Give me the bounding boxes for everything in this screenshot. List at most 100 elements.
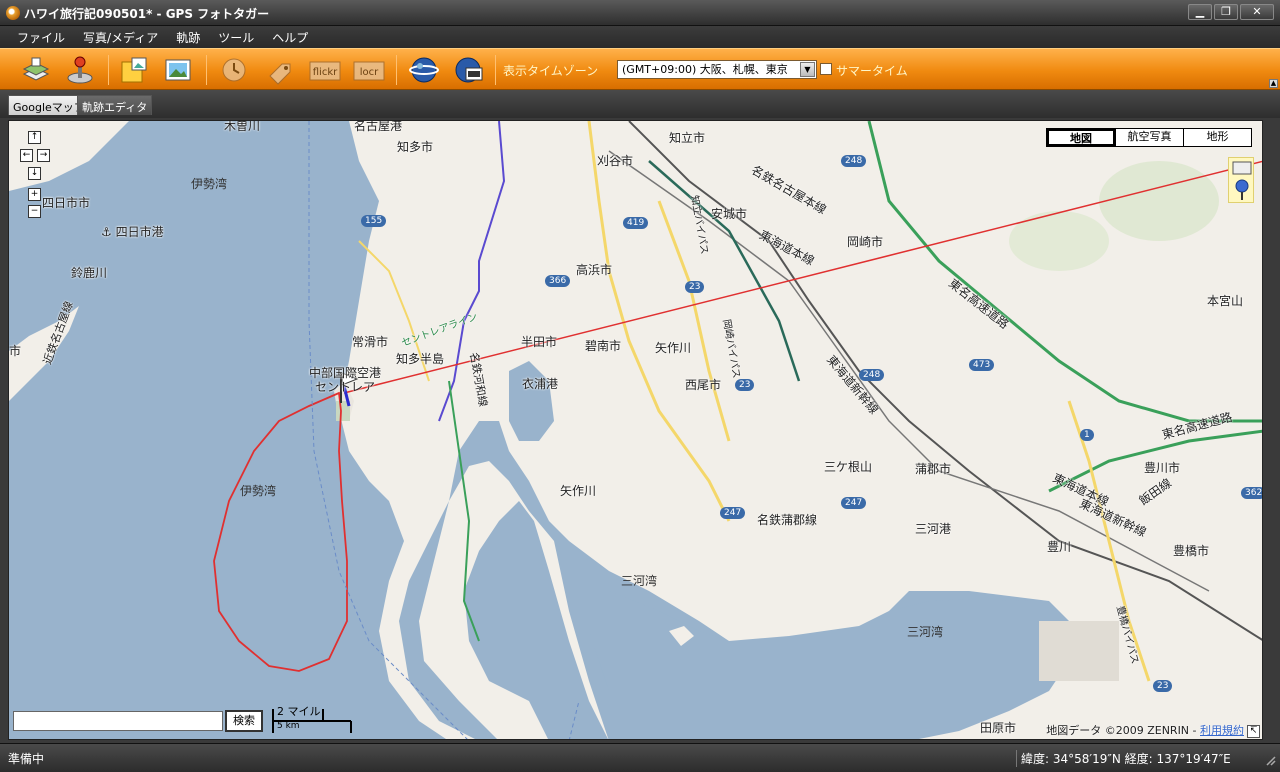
- map-search-input[interactable]: [13, 711, 223, 731]
- timezone-select[interactable]: (GMT+09:00) 大阪、札幌、東京 ▼: [617, 60, 817, 79]
- scale-km: 5 km: [277, 721, 300, 731]
- app-icon: [6, 6, 20, 20]
- map-label-gamagori: 蒲郡市: [915, 462, 952, 476]
- map-label-suzuka: 鈴鹿川: [71, 266, 108, 280]
- map-label-mikawawan-1: 三河湾: [621, 574, 658, 588]
- map-view[interactable]: 木曽川 名古屋港 伊勢湾 四日市市 ⚓ 四日市港 鈴鹿川 市 近鉄名古屋線 知多…: [8, 120, 1263, 740]
- pan-down-button[interactable]: ↓: [28, 167, 41, 180]
- pan-up-button[interactable]: ↑: [28, 131, 41, 144]
- map-frame-right: [1264, 120, 1278, 740]
- pan-left-button[interactable]: ←: [20, 149, 33, 162]
- tab-strip: Googleマップ 軌跡エディタ: [0, 90, 1280, 118]
- route-shield-473: 473: [969, 359, 995, 371]
- timezone-value: (GMT+09:00) 大阪、札幌、東京: [622, 63, 788, 76]
- map-label-yahagi-2: 矢作川: [560, 484, 597, 498]
- yokkaichi-port-text: 四日市港: [115, 225, 164, 239]
- dst-checkbox[interactable]: [820, 63, 832, 75]
- map-type-switcher: 地図 航空写真 地形: [1046, 128, 1252, 147]
- status-coordinates: 緯度: 34°58′19″N 経度: 137°19′47″E: [1016, 750, 1231, 767]
- map-label-tahara: 田原市: [980, 721, 1017, 735]
- maximize-button[interactable]: ❐: [1214, 4, 1238, 20]
- map-label-toyokawa-river: 豊川: [1047, 540, 1072, 554]
- map-label-kisogawa: 木曽川: [224, 120, 261, 133]
- map-search-button[interactable]: 検索: [225, 710, 263, 732]
- globe-icon[interactable]: [408, 54, 440, 86]
- folder-photo-icon[interactable]: [118, 54, 150, 86]
- window-controls: ▁ ❐ ✕: [1188, 4, 1274, 20]
- map-label-handa: 半田市: [521, 335, 558, 349]
- route-shield-23b: 23: [735, 379, 755, 391]
- map-label-nagoya: 名古屋港: [354, 120, 403, 133]
- map-type-map[interactable]: 地図: [1047, 129, 1115, 146]
- menu-file[interactable]: ファイル: [8, 26, 74, 48]
- app-window: ハワイ旅行記090501* - GPS フォトタガー ▁ ❐ ✕ ファイル 写真…: [0, 0, 1280, 772]
- map-label-yahagi-1: 矢作川: [655, 341, 692, 355]
- pan-right-button[interactable]: →: [37, 149, 50, 162]
- timezone-label: 表示タイムゾーン: [503, 64, 599, 78]
- title-bar[interactable]: ハワイ旅行記090501* - GPS フォトタガー ▁ ❐ ✕: [0, 0, 1280, 26]
- locr-icon[interactable]: locr: [352, 54, 385, 86]
- map-type-terrain[interactable]: 地形: [1183, 129, 1251, 146]
- photo-icon[interactable]: [162, 54, 194, 86]
- map-type-satellite[interactable]: 航空写真: [1115, 129, 1183, 146]
- map-label-isewan-1: 伊勢湾: [191, 177, 228, 191]
- flickr-label: flickr: [313, 67, 338, 78]
- map-label-chitashi: 知多市: [397, 140, 434, 154]
- clock-icon[interactable]: [218, 54, 250, 86]
- map-label-hekinan: 碧南市: [585, 339, 622, 353]
- joystick-icon[interactable]: [64, 54, 96, 86]
- map-canvas: [9, 121, 1262, 739]
- window-title: ハワイ旅行記090501* - GPS フォトタガー: [24, 7, 270, 21]
- menu-help[interactable]: ヘルプ: [263, 26, 317, 48]
- flickr-icon[interactable]: flickr: [308, 54, 341, 86]
- map-label-kinuura: 衣浦港: [522, 377, 559, 391]
- map-label-meitetsu-gamagori: 名鉄蒲郡線: [757, 513, 818, 527]
- terms-link[interactable]: 利用規約: [1200, 724, 1244, 737]
- route-shield-248b: 248: [859, 369, 885, 381]
- resize-grip-icon[interactable]: [1264, 754, 1276, 766]
- route-shield-366: 366: [545, 275, 571, 287]
- map-label-toyohashi: 豊橋市: [1173, 544, 1210, 558]
- map-label-tokoname: 常滑市: [352, 335, 389, 349]
- map-label-chiryu: 知立市: [669, 131, 706, 145]
- globe-film-icon[interactable]: [452, 54, 484, 86]
- expand-icon[interactable]: ↸: [1247, 725, 1260, 738]
- toolbar-separator: [396, 55, 397, 85]
- scale-miles: 2 マイル: [277, 705, 321, 718]
- chevron-up-icon[interactable]: ▲: [1269, 79, 1278, 88]
- status-bar: 準備中 緯度: 34°58′19″N 経度: 137°19′47″E: [0, 743, 1280, 772]
- close-button[interactable]: ✕: [1240, 4, 1274, 20]
- map-label-honguyama: 本宮山: [1207, 294, 1244, 308]
- pin-icon: [1232, 161, 1252, 200]
- zoom-in-button[interactable]: +: [28, 188, 41, 201]
- menu-photo-media[interactable]: 写真/メディア: [74, 26, 167, 48]
- layers-icon[interactable]: [20, 54, 52, 86]
- map-label-takahama: 高浜市: [576, 263, 613, 277]
- tab-track-editor[interactable]: 軌跡エディタ: [77, 95, 153, 115]
- route-shield-247b: 247: [841, 497, 867, 509]
- route-shield-362: 362: [1241, 487, 1262, 499]
- dst-label: サマータイム: [836, 64, 908, 78]
- map-label-toyokawa-city: 豊川市: [1144, 461, 1181, 475]
- menu-tools[interactable]: ツール: [209, 26, 263, 48]
- map-label-mikawawan-2: 三河湾: [907, 625, 944, 639]
- zoom-out-button[interactable]: −: [28, 205, 41, 218]
- map-label-yokkaichi: 四日市市: [42, 196, 91, 210]
- map-label-yokkaichi-port: ⚓ 四日市港: [101, 225, 164, 239]
- route-shield-1: 1: [1080, 429, 1094, 441]
- menu-track[interactable]: 軌跡: [167, 26, 209, 48]
- map-label-isewan-2: 伊勢湾: [240, 484, 277, 498]
- tag-icon[interactable]: [264, 54, 296, 86]
- map-label-okazaki: 岡崎市: [847, 235, 884, 249]
- route-shield-247a: 247: [720, 507, 746, 519]
- route-shield-248a: 248: [841, 155, 867, 167]
- marker-widget[interactable]: [1228, 157, 1254, 203]
- route-shield-155: 155: [361, 215, 387, 227]
- toolbar-separator: [206, 55, 207, 85]
- minimize-button[interactable]: ▁: [1188, 4, 1212, 20]
- route-shield-419: 419: [623, 217, 649, 229]
- route-shield-23a: 23: [685, 281, 705, 293]
- map-label-shi: 市: [9, 344, 22, 358]
- map-scale: 2 マイル 5 km: [271, 705, 353, 735]
- chevron-down-icon[interactable]: ▼: [800, 62, 815, 77]
